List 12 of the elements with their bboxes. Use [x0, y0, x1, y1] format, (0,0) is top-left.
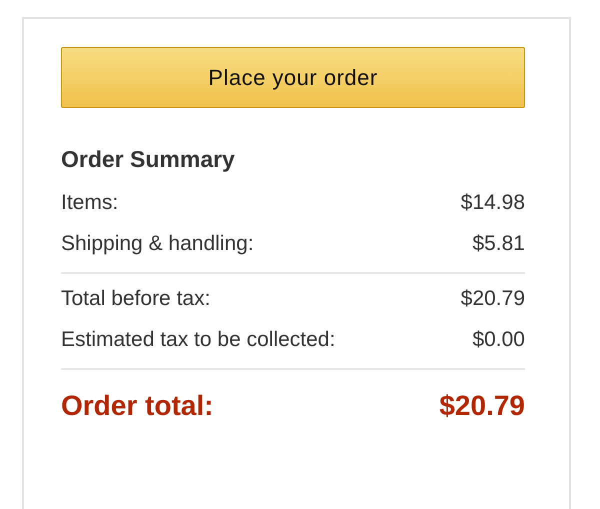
row-value: $0.00: [472, 327, 525, 353]
row-label: Estimated tax to be collected:: [61, 327, 336, 353]
row-value: $5.81: [472, 231, 525, 257]
row-value: $20.79: [460, 286, 525, 312]
row-label: Total before tax:: [61, 286, 210, 312]
row-label: Shipping & handling:: [61, 231, 254, 257]
order-summary-heading: Order Summary: [61, 145, 236, 174]
row-label: Items:: [61, 190, 118, 216]
row-value: $14.98: [460, 190, 525, 216]
place-order-button[interactable]: Place your order: [61, 47, 525, 108]
total-label: Order total:: [61, 389, 214, 423]
total-value: $20.79: [439, 389, 525, 423]
